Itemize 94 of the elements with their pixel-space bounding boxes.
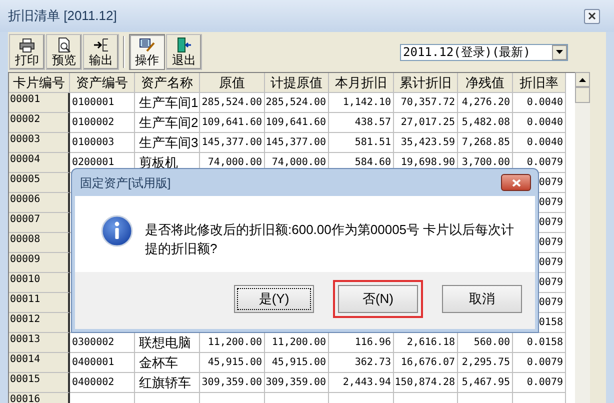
table-cell: 0.0040 xyxy=(513,113,566,133)
column-header: 净残值 xyxy=(458,73,513,93)
table-cell: 1,142.10 xyxy=(329,93,394,113)
column-header: 计提原值 xyxy=(265,73,329,93)
table-cell: 7,268.85 xyxy=(458,133,513,153)
dialog-title: 固定资产[试用版] xyxy=(80,174,171,192)
table-cell: 生产车间3 xyxy=(135,133,200,153)
row-header: 00011 xyxy=(9,293,70,313)
toolbar-button[interactable]: 预览 xyxy=(46,34,82,70)
table-cell: 285,524.00 xyxy=(200,93,265,113)
table-cell: 生产车间2 xyxy=(135,113,200,133)
table-cell: 0.0040 xyxy=(513,93,566,113)
scroll-up-button[interactable] xyxy=(575,72,590,87)
toolbar-button[interactable]: 退出 xyxy=(166,34,202,70)
row-header: 00008 xyxy=(9,233,70,253)
dropdown-value: 2011.12(登录)(最新) xyxy=(402,44,532,61)
table-cell: 145,377.00 xyxy=(265,133,329,153)
dialog-button[interactable]: 取消 xyxy=(442,285,522,313)
table-cell: 70,357.72 xyxy=(394,93,458,113)
close-button[interactable] xyxy=(501,174,531,191)
print-icon xyxy=(19,37,35,53)
column-header: 本月折旧 xyxy=(329,73,394,93)
table-cell: 2,295.75 xyxy=(458,353,513,373)
column-header: 累计折旧 xyxy=(394,73,458,93)
table-cell: 145,377.00 xyxy=(200,133,265,153)
row-header: 00007 xyxy=(9,213,70,233)
row-header: 00002 xyxy=(9,113,70,133)
table-cell: 4,276.20 xyxy=(458,93,513,113)
table-cell: 285,524.00 xyxy=(265,93,329,113)
table-cell: 581.51 xyxy=(329,133,394,153)
table-cell: 0100002 xyxy=(70,113,135,133)
table-cell: 5,482.08 xyxy=(458,113,513,133)
close-icon xyxy=(512,178,520,186)
edit-icon xyxy=(139,37,155,53)
dialog-button[interactable]: 否(N) xyxy=(338,285,418,313)
close-button[interactable] xyxy=(584,8,600,24)
scroll-thumb[interactable] xyxy=(575,87,590,103)
preview-icon xyxy=(56,37,72,53)
scrollbar[interactable] xyxy=(575,72,590,403)
table-cell: 0400001 xyxy=(70,353,135,373)
table-cell: 35,423.59 xyxy=(394,133,458,153)
table-cell: 438.57 xyxy=(329,113,394,133)
up-arrow-icon xyxy=(579,78,586,82)
row-header: 00009 xyxy=(9,253,70,273)
table-cell: 362.73 xyxy=(329,353,394,373)
table-cell: 109,641.60 xyxy=(200,113,265,133)
table-cell: 0.0079 xyxy=(513,353,566,373)
dropdown-arrow-button[interactable] xyxy=(552,44,567,60)
table-cell: 150,874.28 xyxy=(394,373,458,393)
toolbar-button[interactable]: 打印 xyxy=(9,34,45,70)
table-cell: 45,915.00 xyxy=(200,353,265,373)
column-header: 折旧率 xyxy=(513,73,566,93)
row-header: 00016 xyxy=(9,393,70,403)
toolbar-button[interactable]: 操作 xyxy=(129,34,165,70)
row-header: 00004 xyxy=(9,153,70,173)
column-header: 卡片编号 xyxy=(9,73,70,93)
row-header: 00005 xyxy=(9,173,70,193)
toolbar-button[interactable]: 输出 xyxy=(83,34,119,70)
column-header: 资产编号 xyxy=(70,73,135,93)
table-cell: 109,641.60 xyxy=(265,113,329,133)
column-header: 资产名称 xyxy=(135,73,200,93)
table-cell: 2,443.94 xyxy=(329,373,394,393)
window-title: 折旧清单 [2011.12] xyxy=(8,7,117,26)
dialog-message: 是否将此修改后的折旧额:600.00作为第00005号 卡片以后每次计提的折旧额? xyxy=(145,221,516,258)
table-cell: 27,017.25 xyxy=(394,113,458,133)
table-cell: 生产车间1 xyxy=(135,93,200,113)
close-icon xyxy=(588,12,596,20)
table-cell: 309,359.00 xyxy=(265,373,329,393)
column-header: 原值 xyxy=(200,73,265,93)
row-header: 00014 xyxy=(9,353,70,373)
table-cell: 309,359.00 xyxy=(200,373,265,393)
table-cell: 45,915.00 xyxy=(265,353,329,373)
period-dropdown[interactable]: 2011.12(登录)(最新) xyxy=(400,44,568,60)
table-cell: 0400002 xyxy=(70,373,135,393)
table-cell: 0100003 xyxy=(70,133,135,153)
row-header: 00001 xyxy=(9,93,70,113)
row-header: 00006 xyxy=(9,193,70,213)
table-cell: 5,467.95 xyxy=(458,373,513,393)
row-header: 00012 xyxy=(9,313,70,333)
table-cell: 0100001 xyxy=(70,93,135,113)
row-header: 00003 xyxy=(9,133,70,153)
exit-icon xyxy=(176,37,192,53)
info-icon xyxy=(101,215,133,247)
export-icon xyxy=(93,37,109,53)
row-header: 00013 xyxy=(9,333,70,353)
caret-icon xyxy=(556,50,563,54)
table-cell: 0.0040 xyxy=(513,133,566,153)
table-cell: 0.0079 xyxy=(513,373,566,393)
table-cell: 红旗轿车 xyxy=(135,373,200,393)
dialog-button[interactable]: 是(Y) xyxy=(234,285,314,313)
table-cell: 金杯车 xyxy=(135,353,200,373)
row-header: 00015 xyxy=(9,373,70,393)
table-cell: 16,676.07 xyxy=(394,353,458,373)
row-header: 00010 xyxy=(9,273,70,293)
